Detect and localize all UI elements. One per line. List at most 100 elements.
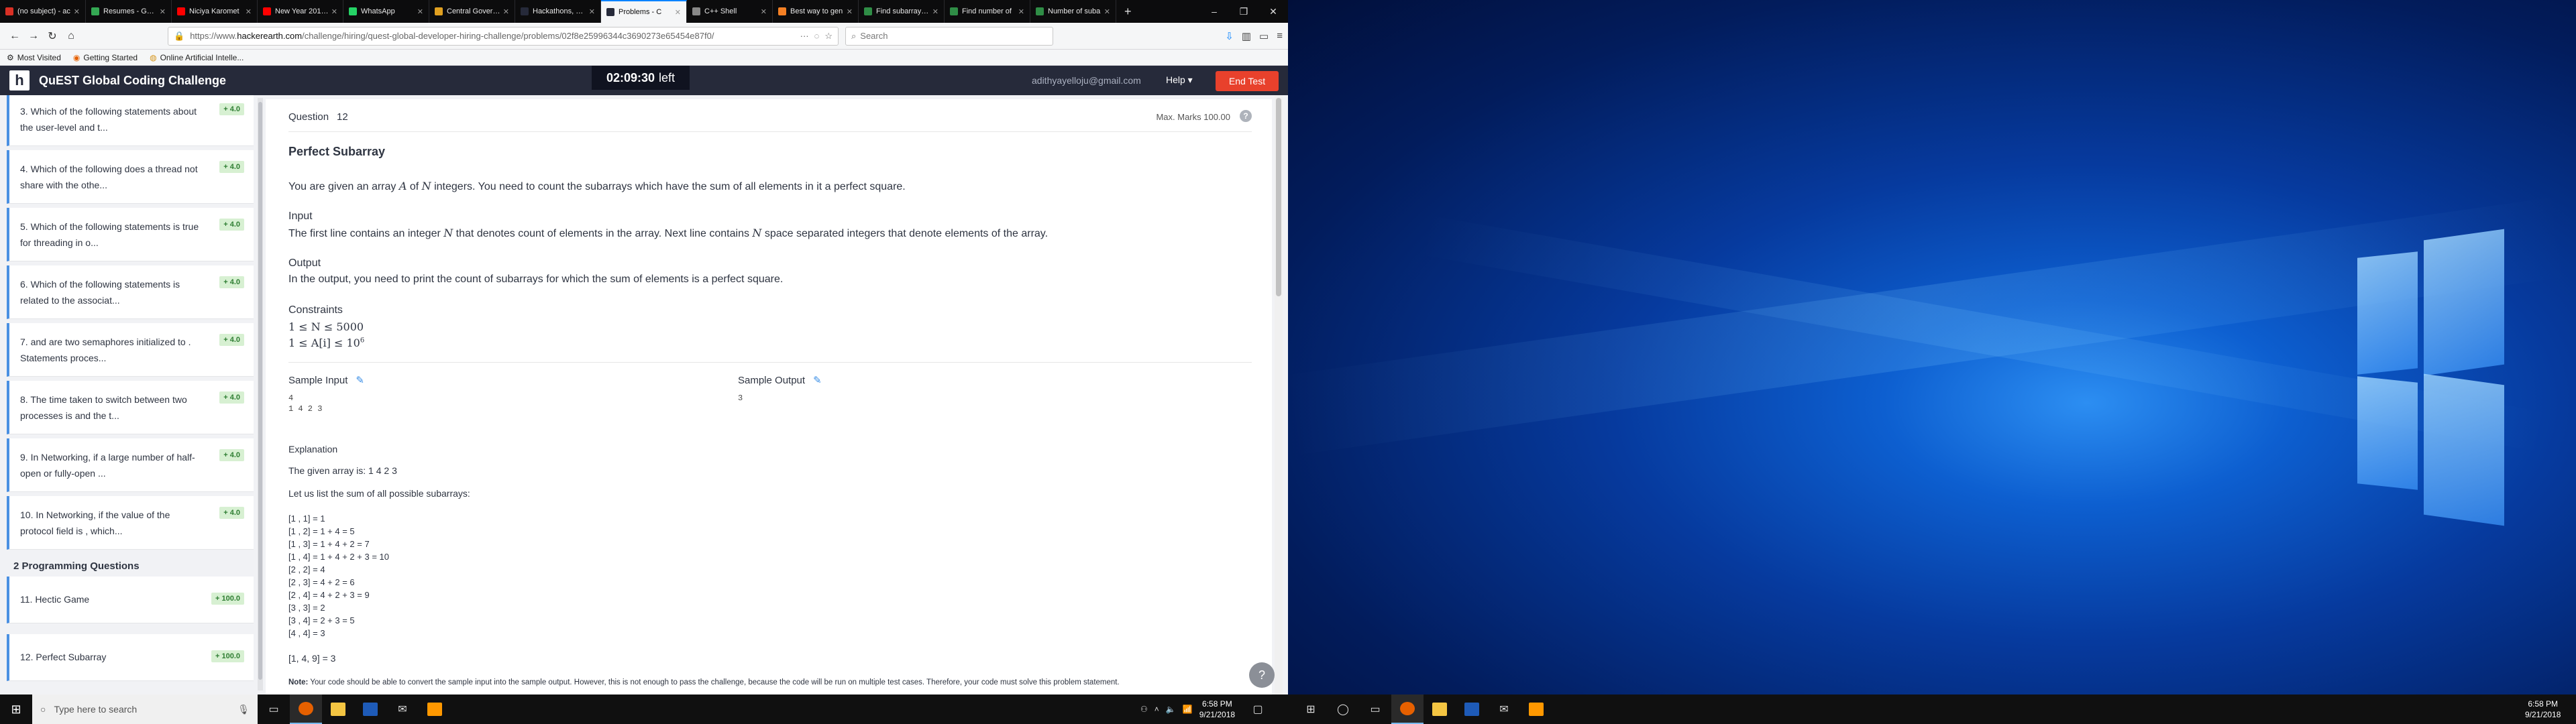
calendar-app-icon[interactable] — [1456, 695, 1488, 724]
tab-label: Find subarray wi — [876, 7, 930, 15]
browser-tab[interactable]: Find number of ✕ — [945, 0, 1030, 23]
home-button[interactable]: ⌂ — [62, 27, 80, 46]
notifications-icon[interactable]: ▢ — [1242, 695, 1274, 724]
close-tab-icon[interactable]: ✕ — [932, 7, 938, 16]
copy-link-icon[interactable]: ✎ — [813, 375, 822, 386]
file-explorer-icon[interactable] — [322, 695, 354, 724]
sidebar-question-item[interactable]: 5. Which of the following statements is … — [7, 208, 254, 261]
tab-favicon-icon — [606, 8, 614, 16]
browser-tab[interactable]: Niciya Karomet ✕ — [172, 0, 258, 23]
sidebar-question-item[interactable]: 3. Which of the following statements abo… — [7, 95, 254, 146]
problem-scrollbar[interactable] — [1275, 95, 1283, 695]
downloads-icon[interactable]: ⇩ — [1225, 30, 1234, 42]
volume-icon[interactable]: 🔈 — [1166, 705, 1176, 714]
forward-button[interactable]: → — [24, 27, 43, 46]
task-view-icon[interactable]: ▭ — [258, 695, 290, 724]
sidebar-programming-item[interactable]: 12. Perfect Subarray + 100.0 — [7, 634, 254, 681]
tab-label: Best way to gen — [790, 7, 843, 15]
library-icon[interactable]: ▥ — [1242, 30, 1251, 42]
close-tab-icon[interactable]: ✕ — [503, 7, 509, 16]
close-tab-icon[interactable]: ✕ — [1104, 7, 1110, 16]
taskbar-clock-secondary[interactable]: 6:58 PM 9/21/2018 — [2525, 699, 2561, 720]
help-bubble-icon[interactable]: ? — [1249, 662, 1275, 688]
sublime-text-icon[interactable] — [419, 695, 451, 724]
bookmark-online-ai[interactable]: ◍ Online Artificial Intelle... — [150, 53, 244, 62]
close-tab-icon[interactable]: ✕ — [160, 7, 166, 16]
sidebar-question-item[interactable]: 4. Which of the following does a thread … — [7, 150, 254, 204]
close-tab-icon[interactable]: ✕ — [1018, 7, 1024, 16]
chevron-up-icon[interactable]: ˄ — [1155, 705, 1159, 714]
browser-tab[interactable]: Problems - C ✕ — [601, 0, 687, 23]
sidebar-question-item[interactable]: 7. and are two semaphores initialized to… — [7, 323, 254, 377]
tab-favicon-icon — [177, 7, 185, 15]
calendar-app-icon[interactable] — [354, 695, 386, 724]
tab-favicon-icon — [692, 7, 700, 15]
hackerearth-logo[interactable]: h — [9, 70, 30, 90]
file-explorer-icon[interactable] — [1424, 695, 1456, 724]
bookmark-most-visited[interactable]: ⚙ Most Visited — [7, 53, 61, 62]
tab-label: WhatsApp — [361, 7, 395, 15]
sidebar-question-item[interactable]: 10. In Networking, if the value of the p… — [7, 496, 254, 550]
close-tab-icon[interactable]: ✕ — [761, 7, 767, 16]
sidebar-question-item[interactable]: 6. Which of the following statements is … — [7, 265, 254, 319]
firefox-taskbar-icon[interactable] — [290, 695, 322, 724]
menu-icon[interactable]: ≡ — [1277, 30, 1283, 42]
browser-tab[interactable]: Central Governm ✕ — [429, 0, 515, 23]
close-tab-icon[interactable]: ✕ — [74, 7, 80, 16]
info-icon[interactable]: ? — [1240, 110, 1252, 122]
explanation-heading: Explanation — [288, 444, 338, 455]
minimize-button[interactable]: – — [1199, 6, 1229, 17]
restore-button[interactable]: ❐ — [1229, 6, 1258, 17]
browser-tab[interactable]: Best way to gen ✕ — [773, 0, 859, 23]
taskbar-search[interactable]: ○ Type here to search 🎙 — [32, 695, 258, 724]
search-bar[interactable]: ⌕ Search — [845, 26, 1053, 46]
firefox-taskbar-icon[interactable] — [1391, 695, 1424, 724]
taskbar-clock[interactable]: 6:58 PM 9/21/2018 — [1199, 699, 1235, 720]
close-tab-icon[interactable]: ✕ — [417, 7, 423, 16]
sidebar-icon[interactable]: ▭ — [1259, 30, 1269, 42]
sublime-text-icon[interactable] — [1520, 695, 1552, 724]
sample-input-label: Sample Input ✎ — [288, 375, 364, 386]
end-test-button[interactable]: End Test — [1216, 71, 1279, 91]
close-tab-icon[interactable]: ✕ — [675, 8, 681, 17]
user-email[interactable]: adithyayelloju@gmail.com — [1032, 75, 1141, 86]
url-text[interactable]: https://www.hackerearth.com/challenge/hi… — [190, 31, 794, 41]
sidebar-question-item[interactable]: 9. In Networking, if a large number of h… — [7, 438, 254, 492]
browser-tab[interactable]: Resumes - Goog ✕ — [86, 0, 172, 23]
browser-tab[interactable]: C++ Shell ✕ — [687, 0, 773, 23]
close-tab-icon[interactable]: ✕ — [589, 7, 595, 16]
start-button-secondary[interactable]: ⊞ — [1295, 695, 1327, 724]
microphone-icon[interactable]: 🎙 — [237, 704, 250, 715]
browser-tab[interactable]: Hackathons, Pro ✕ — [515, 0, 601, 23]
network-icon[interactable]: 📶 — [1183, 705, 1193, 714]
people-icon[interactable]: ⚇ — [1140, 705, 1148, 714]
close-tab-icon[interactable]: ✕ — [847, 7, 853, 16]
sidebar-scrollbar[interactable] — [258, 98, 263, 690]
bookmark-getting-started[interactable]: ◉ Getting Started — [73, 53, 138, 62]
new-tab-button[interactable]: + — [1116, 5, 1140, 19]
sidebar-programming-item[interactable]: 11. Hectic Game + 100.0 — [7, 577, 254, 623]
cortana-icon[interactable]: ◯ — [1327, 695, 1359, 724]
browser-tab[interactable]: Find subarray wi ✕ — [859, 0, 945, 23]
sidebar-question-item[interactable]: 8. The time taken to switch between two … — [7, 381, 254, 434]
reload-button[interactable]: ↻ — [43, 27, 62, 46]
close-tab-icon[interactable]: ✕ — [331, 7, 337, 16]
mail-icon[interactable]: ✉ — [1488, 695, 1520, 724]
start-button[interactable]: ⊞ — [0, 695, 32, 724]
url-bar[interactable]: 🔒 https://www.hackerearth.com/challenge/… — [168, 26, 839, 46]
browser-tab[interactable]: (no subject) - ac ✕ — [0, 0, 86, 23]
close-tab-icon[interactable]: ✕ — [246, 7, 252, 16]
pocket-icon[interactable]: ◌ — [814, 31, 820, 41]
mail-icon[interactable]: ✉ — [386, 695, 419, 724]
input-text: The first line contains an integer N tha… — [288, 227, 1049, 239]
task-view-icon[interactable]: ▭ — [1359, 695, 1391, 724]
browser-tab[interactable]: Number of suba ✕ — [1030, 0, 1116, 23]
bookmark-star-icon[interactable]: ☆ — [824, 31, 833, 42]
browser-tab[interactable]: New Year 2018 ! ✕ — [258, 0, 343, 23]
close-window-button[interactable]: ✕ — [1258, 6, 1288, 17]
browser-tab[interactable]: WhatsApp ✕ — [343, 0, 429, 23]
page-actions-icon[interactable]: ··· — [800, 31, 809, 41]
help-menu[interactable]: Help ▾ — [1166, 74, 1193, 86]
copy-link-icon[interactable]: ✎ — [356, 375, 364, 386]
back-button[interactable]: ← — [5, 27, 24, 46]
